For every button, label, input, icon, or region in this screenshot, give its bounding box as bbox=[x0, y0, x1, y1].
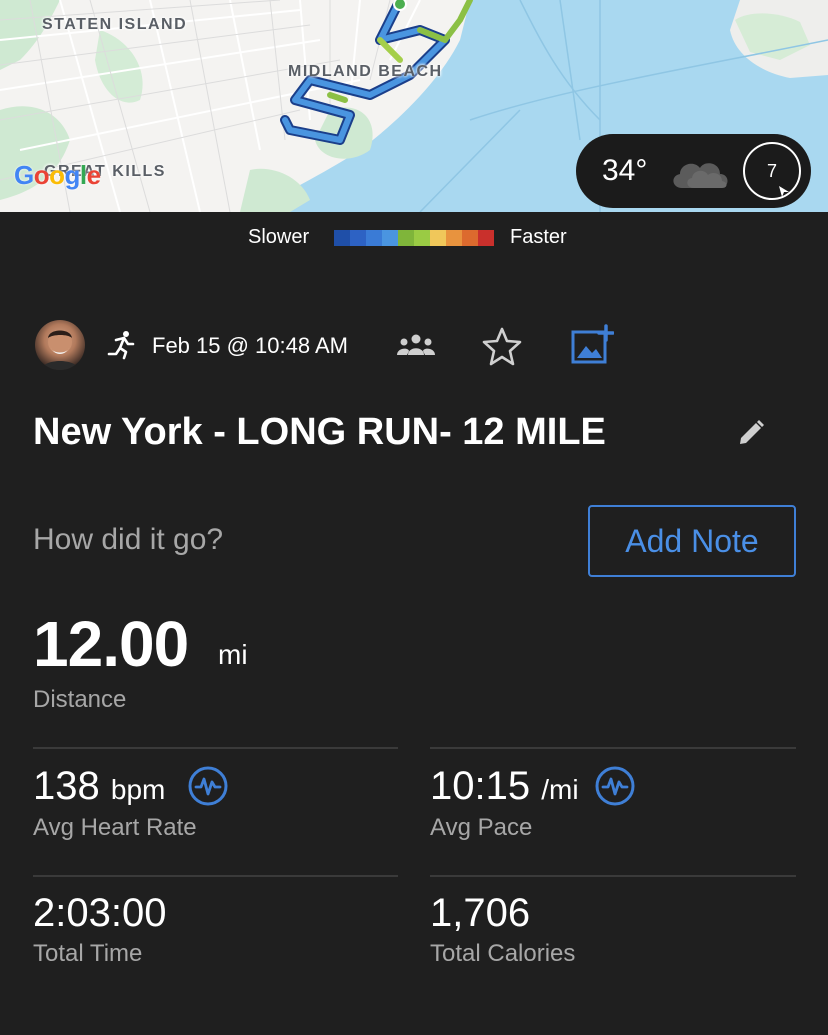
total-time-value: 2:03:00 bbox=[33, 891, 167, 935]
weather-badge[interactable]: 34° 7 bbox=[576, 134, 811, 208]
heart-rate-label: Avg Heart Rate bbox=[33, 814, 197, 841]
divider bbox=[430, 875, 796, 877]
legend-color-segment bbox=[446, 230, 462, 246]
legend-color-segment bbox=[350, 230, 366, 246]
total-calories-label: Total Calories bbox=[430, 940, 576, 967]
note-prompt: How did it go? bbox=[33, 523, 224, 556]
heart-rate-chart-icon[interactable] bbox=[187, 765, 229, 812]
pace-value: 10:15 bbox=[430, 764, 531, 808]
add-note-button[interactable]: Add Note bbox=[588, 505, 796, 577]
map-label-midland-beach: MIDLAND BEACH bbox=[288, 63, 443, 80]
pace-label: Avg Pace bbox=[430, 814, 533, 841]
running-icon bbox=[106, 330, 136, 365]
heart-rate-unit: bpm bbox=[110, 774, 166, 805]
google-logo: Google bbox=[14, 160, 101, 190]
wind-speed-indicator: 7 bbox=[743, 142, 801, 200]
group-icon[interactable] bbox=[396, 333, 436, 362]
total-calories-value: 1,706 bbox=[430, 891, 531, 935]
cloud-icon bbox=[668, 152, 732, 197]
heart-rate-value: 138 bbox=[33, 764, 100, 808]
heart-rate-stat: 138 bpm bbox=[33, 764, 165, 809]
divider bbox=[430, 747, 796, 749]
legend-slower-label: Slower bbox=[248, 226, 310, 248]
wind-speed-value: 7 bbox=[766, 161, 777, 181]
distance-unit: mi bbox=[218, 639, 248, 670]
distance-value: 12.00 bbox=[33, 608, 189, 680]
pace-unit: /mi bbox=[541, 774, 579, 805]
avatar[interactable] bbox=[35, 320, 85, 370]
distance-label: Distance bbox=[33, 686, 127, 713]
legend-color-segment bbox=[478, 230, 494, 246]
divider bbox=[33, 747, 398, 749]
legend-color-segment bbox=[334, 230, 350, 246]
divider bbox=[33, 875, 398, 877]
star-icon[interactable] bbox=[482, 326, 522, 371]
pace-chart-icon[interactable] bbox=[594, 765, 636, 812]
wind-direction-icon bbox=[779, 186, 789, 197]
activity-date: Feb 15 @ 10:48 AM bbox=[152, 333, 349, 358]
pencil-icon[interactable] bbox=[736, 418, 766, 453]
legend-color-segment bbox=[366, 230, 382, 246]
add-photo-icon[interactable] bbox=[570, 324, 615, 371]
weather-temperature: 34° bbox=[602, 154, 648, 187]
legend-color-segment bbox=[382, 230, 398, 246]
legend-faster-label: Faster bbox=[510, 226, 567, 248]
activity-title: New York - LONG RUN- 12 MILE bbox=[33, 411, 606, 453]
map-label-staten-island: STATEN ISLAND bbox=[42, 16, 188, 33]
legend-color-segment bbox=[398, 230, 414, 246]
pace-color-bar bbox=[334, 230, 494, 246]
route-map[interactable]: STATEN ISLAND MIDLAND BEACH GREAT KILLS … bbox=[0, 0, 828, 212]
legend-color-segment bbox=[430, 230, 446, 246]
pace-stat: 10:15 /mi bbox=[430, 764, 579, 809]
pace-legend: Slower Faster bbox=[0, 226, 828, 250]
legend-color-segment bbox=[414, 230, 430, 246]
total-time-label: Total Time bbox=[33, 940, 143, 967]
legend-color-segment bbox=[462, 230, 478, 246]
